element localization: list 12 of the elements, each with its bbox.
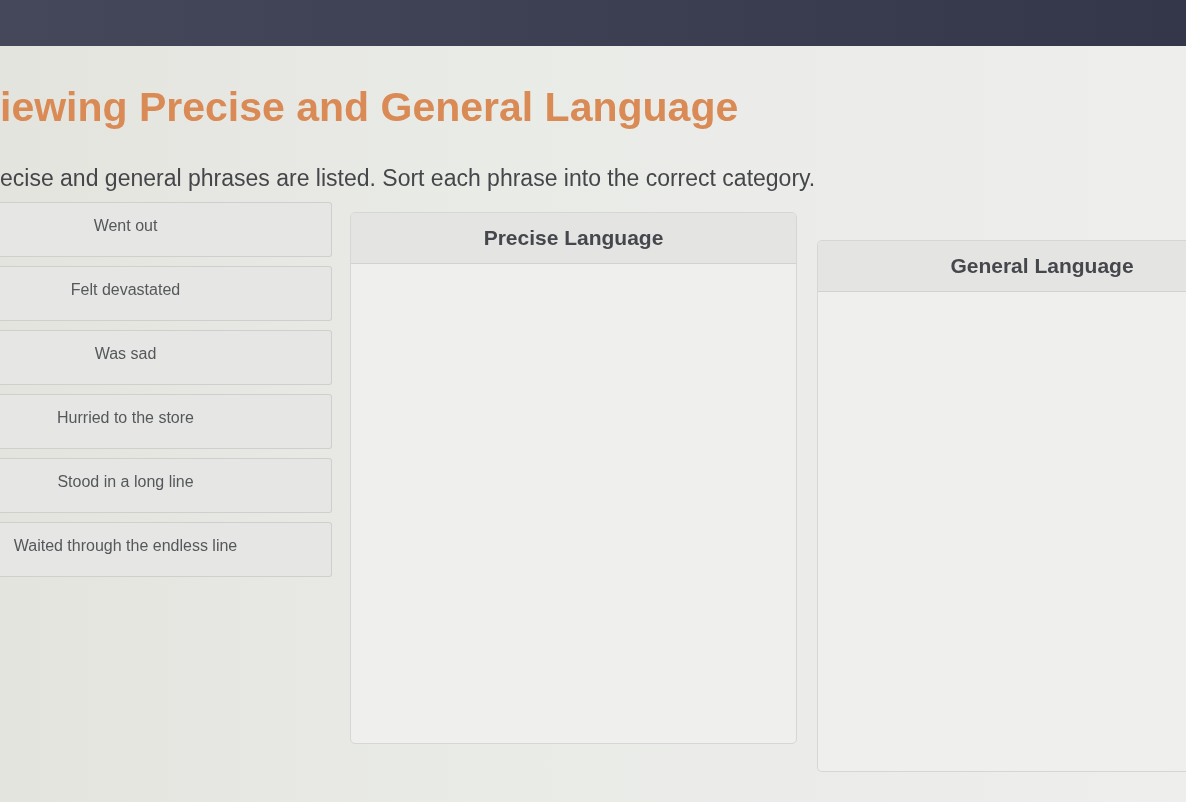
phrase-tile[interactable]: Waited through the endless line <box>0 522 332 577</box>
phrase-tile[interactable]: Stood in a long line <box>0 458 332 513</box>
instructions-text: ecise and general phrases are listed. Sort each phrase into the correct category. <box>0 164 817 192</box>
phrase-tile[interactable]: Hurried to the store <box>0 394 332 449</box>
category-drop-panel[interactable]: Precise Language <box>350 212 797 744</box>
category-heading: General Language <box>818 241 1186 292</box>
phrase-tile[interactable]: Felt devastated <box>0 266 332 321</box>
category-drop-panel[interactable]: General Language <box>817 240 1186 772</box>
category-heading: Precise Language <box>351 213 796 264</box>
phrase-tile[interactable]: Was sad <box>0 330 332 385</box>
phrase-tile[interactable]: Went out <box>0 202 332 257</box>
activity-title: iewing Precise and General Language <box>0 83 740 132</box>
